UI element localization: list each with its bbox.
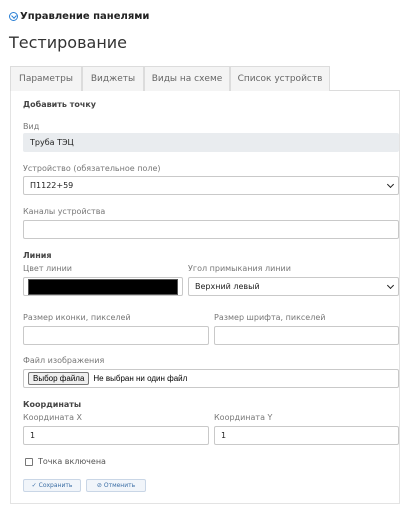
coord-y-label: Координата Y: [214, 413, 273, 422]
section-coordinates: Координаты: [23, 400, 82, 409]
icon-size-label: Размер иконки, пикселей: [23, 313, 131, 322]
tab-widgets[interactable]: Виджеты: [82, 66, 144, 91]
view-value: Труба ТЭЦ: [30, 138, 74, 147]
page-title: Тестирование: [9, 33, 128, 52]
cancel-icon: ⊘: [96, 482, 102, 489]
tab-device-list[interactable]: Список устройств: [230, 66, 330, 91]
channels-label: Каналы устройства: [23, 207, 106, 216]
image-file-label: Файл изображения: [23, 356, 105, 365]
check-icon: ✓: [31, 482, 37, 489]
image-file-input[interactable]: Выбор файла Не выбран ни один файл: [23, 369, 399, 388]
line-color-swatch: [28, 279, 178, 295]
section-add-point: Добавить точку: [23, 100, 97, 109]
circle-check-icon: [9, 12, 18, 21]
line-angle-value: Верхний левый: [195, 282, 260, 291]
tab-parameters[interactable]: Параметры: [10, 66, 82, 91]
cancel-label: Отменить: [103, 482, 136, 489]
icon-size-input[interactable]: [23, 326, 209, 345]
section-line: Линия: [23, 251, 52, 260]
line-color-label: Цвет линии: [23, 264, 72, 273]
coord-y-input[interactable]: 1: [214, 426, 399, 445]
save-label: Сохранить: [38, 482, 73, 489]
back-link-label: Управление панелями: [20, 11, 150, 22]
view-field: Труба ТЭЦ: [23, 133, 399, 152]
coord-y-value: 1: [221, 431, 227, 440]
coord-x-value: 1: [30, 431, 36, 440]
channels-input[interactable]: [23, 220, 399, 239]
choose-file-button[interactable]: Выбор файла: [28, 372, 90, 385]
chevron-down-icon: [386, 281, 395, 290]
point-enabled-label: Точка включена: [38, 457, 106, 466]
line-angle-label: Угол примыкания линии: [188, 264, 291, 273]
save-button[interactable]: ✓ Сохранить: [23, 479, 81, 492]
device-select[interactable]: П1122+59: [23, 176, 399, 195]
cancel-button[interactable]: ⊘ Отменить: [86, 479, 146, 492]
line-angle-select[interactable]: Верхний левый: [188, 277, 399, 296]
point-enabled-checkbox[interactable]: [25, 458, 33, 466]
device-label: Устройство (обязательное поле): [23, 164, 161, 173]
tab-bar: Параметры Виджеты Виды на схеме Список у…: [10, 66, 400, 91]
file-status: Не выбран ни один файл: [93, 374, 188, 383]
font-size-input[interactable]: [214, 326, 399, 345]
view-label: Вид: [23, 122, 40, 131]
line-color-input[interactable]: [23, 277, 183, 296]
coord-x-input[interactable]: 1: [23, 426, 209, 445]
tab-scheme-views[interactable]: Виды на схеме: [144, 66, 230, 91]
chevron-down-icon: [386, 180, 395, 189]
font-size-label: Размер шрифта, пикселей: [214, 313, 326, 322]
add-point-form: Добавить точку Вид Труба ТЭЦ Устройство …: [10, 91, 400, 504]
device-value: П1122+59: [30, 181, 74, 190]
coord-x-label: Координата X: [23, 413, 82, 422]
back-to-panels-link[interactable]: Управление панелями: [9, 11, 149, 22]
